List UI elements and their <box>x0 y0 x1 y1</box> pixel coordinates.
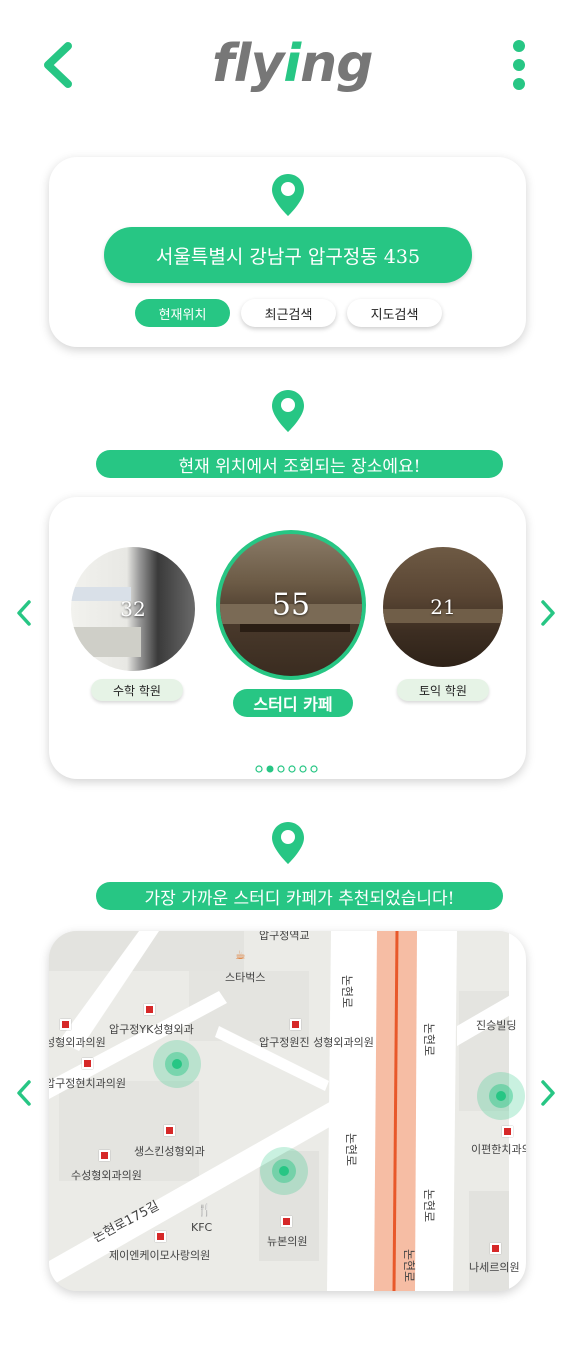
place-thumbnail-2[interactable]: 55 <box>216 530 366 680</box>
map-view[interactable]: ☕ 🍴 압구정역교 스타벅스 압구정YK성형외과 압구정원진 성형외과의원 성형… <box>49 931 526 1291</box>
place-thumbnail-1[interactable]: 32 <box>71 547 195 671</box>
poi-marker <box>164 1125 175 1136</box>
place-count-3: 21 <box>430 595 456 619</box>
map-label: 압구정YK성형외과 <box>109 1023 194 1036</box>
poi-marker <box>60 1019 71 1030</box>
road-label: 논현로 <box>340 974 355 1009</box>
map-label: 이편한치과의 <box>471 1143 526 1156</box>
chevron-right-icon <box>541 600 555 626</box>
poi-marker <box>290 1019 301 1030</box>
app-logo: flying <box>212 32 373 96</box>
page-dot-active <box>266 765 274 773</box>
chevron-left-icon <box>44 42 72 88</box>
place-label-2[interactable]: 스터디 카페 <box>233 689 353 717</box>
map-label: 생스킨성형외과 <box>134 1145 205 1158</box>
location-pin-icon <box>272 390 304 432</box>
carousel-next-button[interactable] <box>538 598 558 628</box>
poi-marker <box>144 1004 155 1015</box>
poi-marker <box>82 1058 93 1069</box>
location-pin-icon <box>272 822 304 864</box>
carousel-prev-button[interactable] <box>14 598 34 628</box>
chevron-left-icon <box>17 600 31 626</box>
location-card: 서울특별시 강남구 압구정동 435 현재위치 최근검색 지도검색 <box>49 157 526 347</box>
road-label: 논현로 <box>422 1022 437 1057</box>
address-display[interactable]: 서울특별시 강남구 압구정동 435 <box>104 227 472 283</box>
poi-marker <box>99 1150 110 1161</box>
map-label: 압구정원진 성형외과의원 <box>259 1036 374 1049</box>
map-label: 성형외과의원 <box>49 1036 106 1049</box>
poi-marker <box>155 1231 166 1242</box>
places-carousel: 32 수학 학원 55 스터디 카페 21 토익 학원 <box>49 497 526 779</box>
place-count-1: 32 <box>120 597 146 621</box>
page-dot <box>299 765 307 773</box>
poi-marker <box>502 1126 513 1137</box>
map-label: 수성형외과의원 <box>71 1169 142 1182</box>
place-count-2: 55 <box>271 587 311 623</box>
map-next-button[interactable] <box>538 1078 558 1108</box>
poi-marker <box>281 1216 292 1227</box>
places-banner: 현재 위치에서 조회되는 장소에요! <box>96 450 503 478</box>
place-thumbnail-3[interactable]: 21 <box>383 547 503 667</box>
carousel-pagination <box>255 759 325 773</box>
page-dot <box>288 765 296 773</box>
cafe-marker[interactable] <box>153 1040 201 1088</box>
logo-text-1: fly <box>212 34 284 94</box>
road-label: 논현로 <box>402 1248 417 1283</box>
page-dot <box>255 765 263 773</box>
poi-marker <box>490 1243 501 1254</box>
tab-current-location[interactable]: 현재위치 <box>135 299 230 327</box>
map-label: 제이엔케이모사랑의원 <box>109 1249 211 1262</box>
map-label: 압구정현치과의원 <box>49 1077 126 1090</box>
tab-map-search[interactable]: 지도검색 <box>347 299 442 327</box>
map-prev-button[interactable] <box>14 1078 34 1108</box>
restaurant-icon: 🍴 <box>197 1203 212 1217</box>
back-button[interactable] <box>40 40 80 90</box>
address-text: 서울특별시 강남구 압구정동 435 <box>155 245 421 268</box>
page-dot <box>310 765 318 773</box>
road-label: 논현로 <box>422 1188 437 1223</box>
more-vertical-icon <box>513 40 525 90</box>
tab-recent-search[interactable]: 최근검색 <box>241 299 336 327</box>
chevron-right-icon <box>541 1080 555 1106</box>
map-label: 나세르의원 <box>469 1261 520 1274</box>
map-label: 압구정역교 <box>259 931 310 942</box>
page-dot <box>277 765 285 773</box>
cafe-marker[interactable] <box>477 1072 525 1120</box>
place-label-1[interactable]: 수학 학원 <box>91 679 183 701</box>
logo-text-2: i <box>283 34 301 94</box>
more-menu-button[interactable] <box>506 38 532 96</box>
road-label: 논현로 <box>344 1132 359 1167</box>
coffee-icon: ☕ <box>235 948 246 962</box>
map-label: 스타벅스 <box>225 971 266 984</box>
cafe-marker[interactable] <box>260 1147 308 1195</box>
place-label-3[interactable]: 토익 학원 <box>397 679 489 701</box>
map-label: 뉴본의원 <box>267 1235 308 1248</box>
map-label: 진승빌딩 <box>476 1019 517 1032</box>
location-pin-icon <box>272 174 304 216</box>
map-label: KFC <box>191 1221 213 1234</box>
logo-text-3: ng <box>300 34 373 94</box>
recommend-banner: 가장 가까운 스터디 카페가 추천되었습니다! <box>96 882 503 910</box>
chevron-left-icon <box>17 1080 31 1106</box>
